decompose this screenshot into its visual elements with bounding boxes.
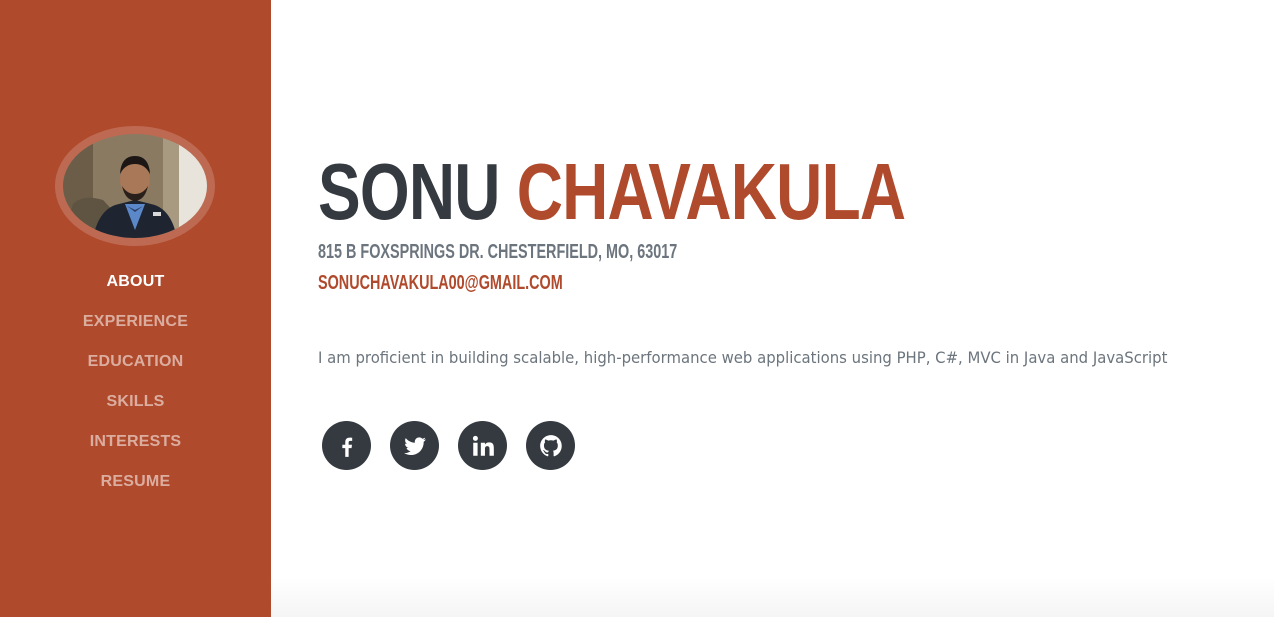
nav-item-skills[interactable]: Skills — [0, 382, 271, 422]
sidebar-nav: About Experience Education Skills Intere… — [0, 262, 271, 502]
page-title: Sonu Chavakula — [318, 146, 906, 238]
twitter-icon — [403, 436, 426, 455]
first-name: Sonu — [318, 147, 501, 236]
bottom-shadow — [271, 577, 1274, 617]
last-name: Chavakula — [516, 147, 906, 236]
nav-item-about[interactable]: About — [0, 262, 271, 302]
linkedin-button[interactable] — [458, 421, 507, 470]
email-link[interactable]: sonuchavakula00@gmail.com — [318, 269, 563, 297]
avatar-ring — [55, 126, 215, 246]
github-icon — [539, 434, 562, 456]
nav-item-education[interactable]: Education — [0, 342, 271, 382]
facebook-icon — [341, 437, 352, 457]
nav-item-resume[interactable]: Resume — [0, 462, 271, 502]
nav-item-experience[interactable]: Experience — [0, 302, 271, 342]
facebook-button[interactable] — [322, 421, 371, 470]
github-button[interactable] — [526, 421, 575, 470]
nav-item-interests[interactable]: Interests — [0, 422, 271, 462]
avatar — [63, 134, 207, 238]
about-section: Sonu Chavakula 815 B Foxsprings Dr. Ches… — [271, 0, 1274, 617]
address: 815 B Foxsprings Dr. Chesterfield, MO, 6… — [318, 241, 678, 263]
twitter-button[interactable] — [390, 421, 439, 470]
intro-text: I am proficient in building scalable, hi… — [318, 348, 1168, 367]
sidebar: About Experience Education Skills Intere… — [0, 0, 271, 617]
linkedin-icon — [472, 435, 494, 456]
